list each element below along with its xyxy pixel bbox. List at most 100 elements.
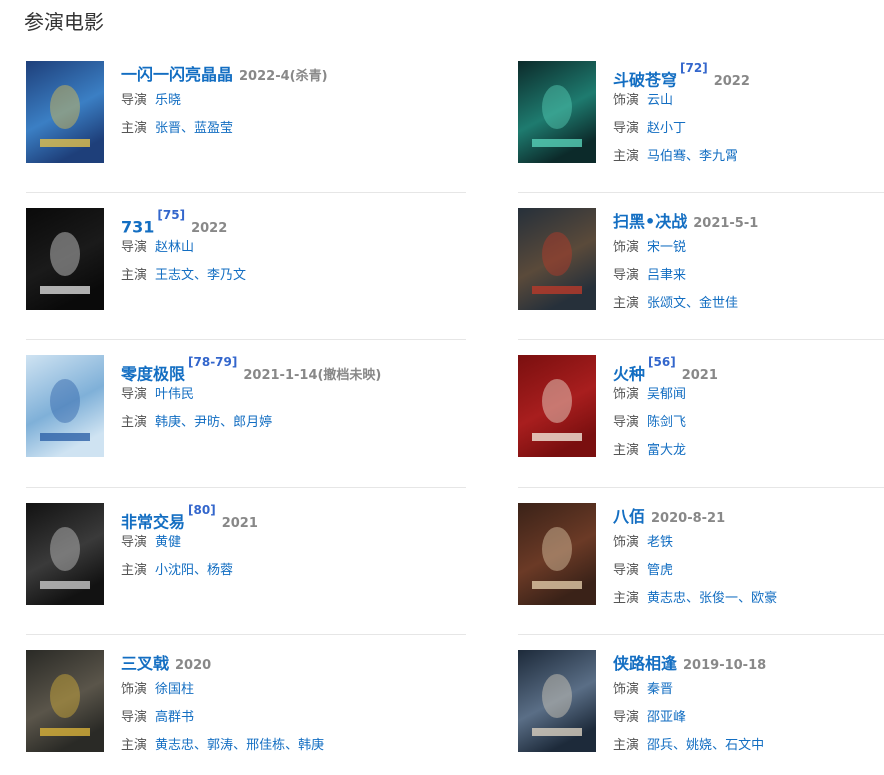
- credit-row: 主演 韩庚、尹昉、郎月婷: [121, 409, 381, 437]
- person-link[interactable]: 马伯骞: [647, 149, 686, 164]
- film-poster[interactable]: [518, 61, 596, 163]
- person-link[interactable]: 张晋: [155, 121, 181, 136]
- row-divider: [26, 192, 466, 193]
- credit-row: 主演 王志文、李乃文: [121, 262, 246, 290]
- person-link[interactable]: 宋一锐: [647, 240, 686, 255]
- person-link[interactable]: 邢佳栋: [246, 738, 285, 753]
- name-separator: 、: [673, 738, 687, 753]
- name-separator: 、: [686, 296, 700, 311]
- person-link[interactable]: 欧豪: [751, 591, 777, 606]
- credit-row: 主演 邵兵、姚娆、石文中: [613, 732, 766, 760]
- person-link[interactable]: 管虎: [647, 563, 673, 578]
- person-link[interactable]: 老铁: [647, 535, 673, 550]
- person-link[interactable]: 赵林山: [155, 240, 194, 255]
- film-year: 2021: [221, 516, 258, 532]
- person-link[interactable]: 王志文: [155, 268, 194, 283]
- citation-ref[interactable]: [75]: [157, 208, 185, 222]
- person-link[interactable]: 富大龙: [647, 443, 686, 458]
- person-link[interactable]: 云山: [647, 93, 673, 108]
- poster-art: [518, 61, 596, 163]
- person-link[interactable]: 叶伟民: [155, 387, 194, 402]
- film-title-link[interactable]: 侠路相逢: [613, 654, 677, 673]
- person-link[interactable]: 黄志忠: [155, 738, 194, 753]
- film-year: 2020-8-21: [651, 511, 726, 526]
- person-link[interactable]: 石文中: [725, 738, 764, 753]
- citation-ref[interactable]: [56]: [648, 355, 676, 369]
- credit-row: 主演 黄志忠、郭涛、邢佳栋、韩庚: [121, 732, 324, 760]
- name-separator: 、: [738, 591, 752, 606]
- row-divider: [26, 339, 466, 340]
- person-link[interactable]: 郭涛: [207, 738, 233, 753]
- credit-role: 主演: [613, 296, 640, 311]
- section-title: 参演电影: [24, 10, 104, 34]
- film-title-line: 八佰 2020-8-21: [613, 505, 777, 529]
- credit-role: 导演: [613, 710, 640, 725]
- film-poster[interactable]: [518, 503, 596, 605]
- person-link[interactable]: 邵亚峰: [647, 710, 686, 725]
- film-title-link[interactable]: 三叉戟: [121, 654, 169, 673]
- poster-art: [518, 650, 596, 752]
- credit-role: 导演: [121, 240, 148, 255]
- credit-row: 饰演 秦晋: [613, 676, 766, 704]
- film-year: 2021: [681, 368, 718, 384]
- film-poster[interactable]: [26, 61, 104, 163]
- film-poster[interactable]: [26, 503, 104, 605]
- person-link[interactable]: 高群书: [155, 710, 194, 725]
- poster-art: [26, 355, 104, 457]
- person-link[interactable]: 杨蓉: [207, 563, 233, 578]
- person-link[interactable]: 徐国柱: [155, 682, 194, 697]
- person-link[interactable]: 姚娆: [686, 738, 712, 753]
- film-year: 2022-4(杀青): [239, 69, 328, 84]
- film-poster[interactable]: [518, 208, 596, 310]
- credit-role: 主演: [121, 415, 148, 430]
- person-link[interactable]: 尹昉: [194, 415, 220, 430]
- person-link[interactable]: 吴郁闻: [647, 387, 686, 402]
- citation-ref[interactable]: [78-79]: [188, 355, 237, 369]
- person-link[interactable]: 张俊一: [699, 591, 738, 606]
- film-title-link[interactable]: 一闪一闪亮晶晶: [121, 65, 233, 84]
- person-link[interactable]: 张颂文: [647, 296, 686, 311]
- person-link[interactable]: 李九霄: [699, 149, 738, 164]
- citation-ref[interactable]: [80]: [188, 503, 216, 517]
- person-link[interactable]: 金世佳: [699, 296, 738, 311]
- citation-ref[interactable]: [72]: [680, 61, 708, 75]
- film-poster[interactable]: [518, 355, 596, 457]
- credit-row: 饰演 老铁: [613, 529, 777, 557]
- row-divider: [518, 339, 884, 340]
- person-link[interactable]: 蓝盈莹: [194, 121, 233, 136]
- person-link[interactable]: 小沈阳: [155, 563, 194, 578]
- person-link[interactable]: 韩庚: [155, 415, 181, 430]
- film-card: 三叉戟 2020 饰演 徐国柱 导演 高群书 主演 黄志忠、郭涛、邢佳栋、韩庚: [26, 650, 466, 756]
- film-poster[interactable]: [26, 208, 104, 310]
- credit-row: 导演 乐晓: [121, 87, 328, 115]
- person-link[interactable]: 李乃文: [207, 268, 246, 283]
- poster-art: [26, 503, 104, 605]
- person-link[interactable]: 黄健: [155, 535, 181, 550]
- film-poster[interactable]: [26, 650, 104, 752]
- film-title-line: 非常交易[80]2021: [121, 503, 258, 532]
- row-divider: [26, 634, 466, 635]
- credit-role: 主演: [121, 563, 148, 578]
- film-title-link[interactable]: 八佰: [613, 507, 645, 526]
- film-poster[interactable]: [26, 355, 104, 457]
- credit-role: 饰演: [613, 535, 640, 550]
- film-poster[interactable]: [518, 650, 596, 752]
- credit-role: 主演: [613, 443, 640, 458]
- person-link[interactable]: 秦晋: [647, 682, 673, 697]
- credit-role: 导演: [613, 415, 640, 430]
- film-title-line: 零度极限[78-79]2021-1-14(撤档未映): [121, 355, 381, 383]
- person-link[interactable]: 郎月婷: [233, 415, 272, 430]
- film-title-link[interactable]: 扫黑•决战: [613, 212, 687, 231]
- film-title-line: 扫黑•决战 2021-5-1: [613, 210, 758, 234]
- credit-role: 导演: [613, 121, 640, 136]
- person-link[interactable]: 吕聿来: [647, 268, 686, 283]
- person-link[interactable]: 乐晓: [155, 93, 181, 108]
- person-link[interactable]: 陈剑飞: [647, 415, 686, 430]
- person-link[interactable]: 赵小丁: [647, 121, 686, 136]
- person-link[interactable]: 韩庚: [298, 738, 324, 753]
- film-year: 2020: [175, 658, 212, 673]
- film-info: 斗破苍穹[72]2022 饰演 云山 导演 赵小丁 主演 马伯骞、李九霄: [613, 61, 750, 171]
- person-link[interactable]: 邵兵: [647, 738, 673, 753]
- person-link[interactable]: 黄志忠: [647, 591, 686, 606]
- name-separator: 、: [686, 591, 700, 606]
